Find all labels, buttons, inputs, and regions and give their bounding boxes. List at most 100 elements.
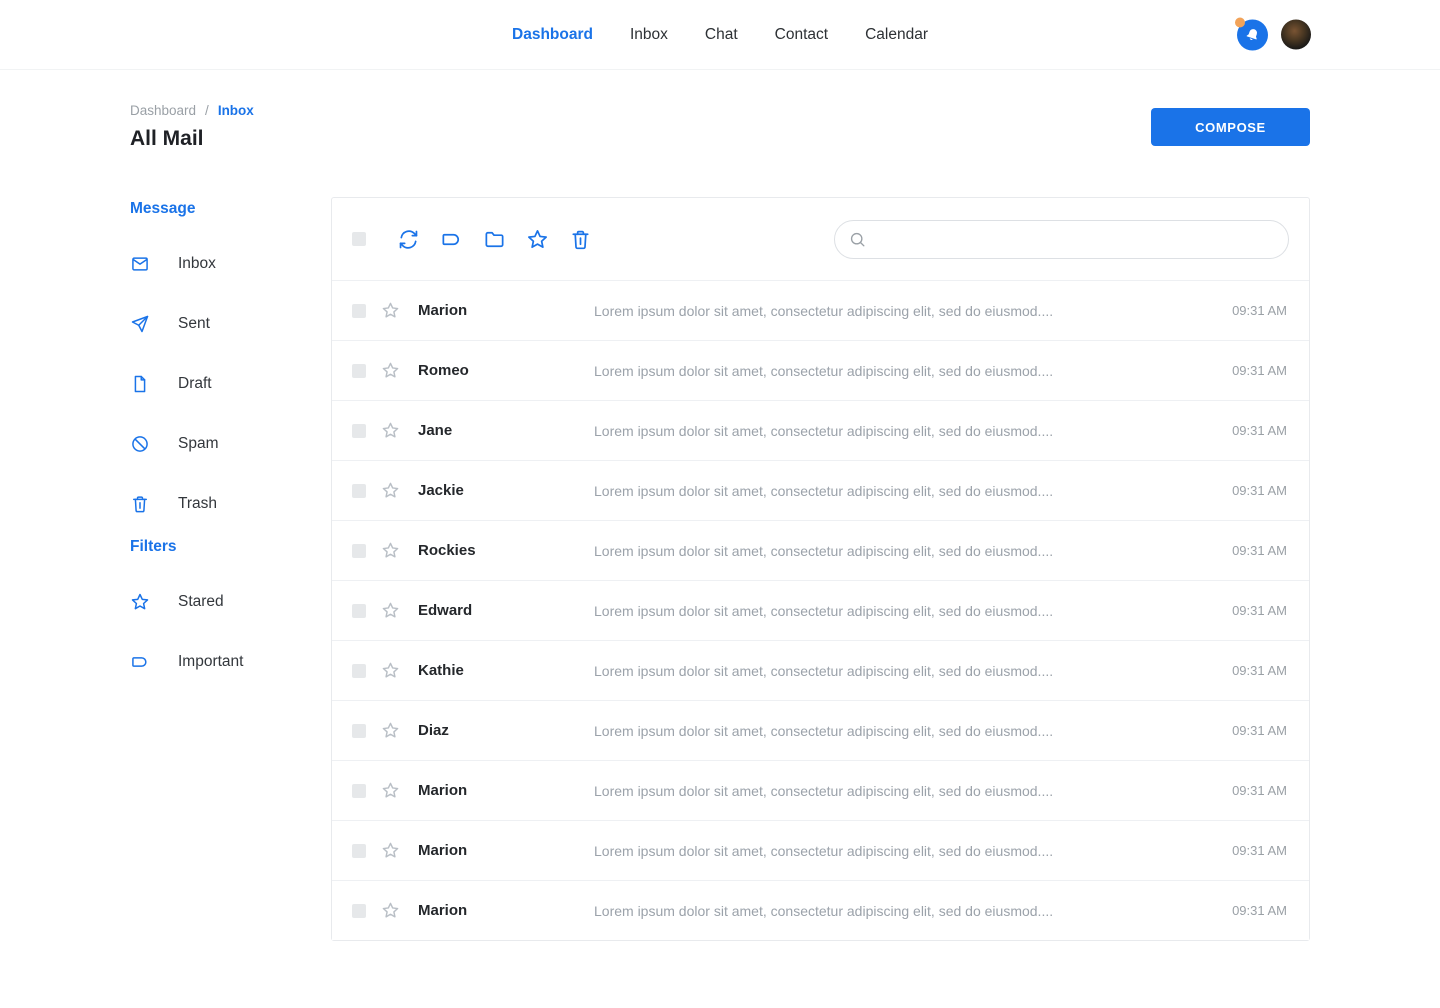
content: MessageInboxSentDraftSpamTrashFiltersSta… [0, 197, 1440, 941]
row-checkbox[interactable] [352, 484, 366, 498]
row-checkbox[interactable] [352, 544, 366, 558]
mail-row[interactable]: MarionLorem ipsum dolor sit amet, consec… [332, 760, 1309, 820]
refresh-button[interactable] [397, 228, 420, 251]
preview-text: Lorem ipsum dolor sit amet, consectetur … [594, 483, 1205, 499]
row-checkbox[interactable] [352, 604, 366, 618]
mail-row[interactable]: RomeoLorem ipsum dolor sit amet, consect… [332, 340, 1309, 400]
sender-name: Jackie [418, 482, 594, 499]
preview-text: Lorem ipsum dolor sit amet, consectetur … [594, 903, 1205, 919]
toolbar-actions [387, 228, 602, 251]
nav-item-contact[interactable]: Contact [775, 26, 828, 44]
sidebar-item-inbox[interactable]: Inbox [130, 234, 331, 294]
refresh-icon [397, 228, 420, 251]
timestamp: 09:31 AM [1205, 363, 1287, 378]
search-box [834, 220, 1289, 259]
notification-bell-button[interactable] [1237, 19, 1268, 50]
notification-dot [1235, 17, 1245, 27]
mail-row[interactable]: JaneLorem ipsum dolor sit amet, consecte… [332, 400, 1309, 460]
star-button[interactable] [526, 228, 549, 251]
mail-row[interactable]: DiazLorem ipsum dolor sit amet, consecte… [332, 700, 1309, 760]
timestamp: 09:31 AM [1205, 843, 1287, 858]
mail-row[interactable]: RockiesLorem ipsum dolor sit amet, conse… [332, 520, 1309, 580]
nav-item-dashboard[interactable]: Dashboard [512, 26, 593, 44]
preview-text: Lorem ipsum dolor sit amet, consectetur … [594, 303, 1205, 319]
sidebar-section-list: StaredImportant [130, 572, 331, 692]
folder-button[interactable] [483, 228, 506, 251]
row-checkbox[interactable] [352, 904, 366, 918]
breadcrumb-dashboard[interactable]: Dashboard [130, 103, 196, 118]
mail-row[interactable]: MarionLorem ipsum dolor sit amet, consec… [332, 280, 1309, 340]
timestamp: 09:31 AM [1205, 783, 1287, 798]
star-icon[interactable] [381, 901, 400, 920]
star-icon[interactable] [381, 541, 400, 560]
timestamp: 09:31 AM [1205, 723, 1287, 738]
send-icon [130, 314, 150, 334]
preview-text: Lorem ipsum dolor sit amet, consectetur … [594, 543, 1205, 559]
mail-row[interactable]: JackieLorem ipsum dolor sit amet, consec… [332, 460, 1309, 520]
breadcrumb: Dashboard / Inbox [130, 103, 254, 118]
row-checkbox[interactable] [352, 664, 366, 678]
tag-icon [130, 652, 150, 672]
sidebar-item-label: Inbox [178, 255, 216, 273]
preview-text: Lorem ipsum dolor sit amet, consectetur … [594, 363, 1205, 379]
spam-icon [130, 434, 150, 454]
star-icon[interactable] [381, 661, 400, 680]
user-avatar[interactable] [1281, 20, 1311, 50]
star-icon[interactable] [381, 361, 400, 380]
row-checkbox[interactable] [352, 424, 366, 438]
timestamp: 09:31 AM [1205, 663, 1287, 678]
star-icon[interactable] [381, 481, 400, 500]
nav-item-calendar[interactable]: Calendar [865, 26, 928, 44]
sidebar-section-title: Message [130, 200, 331, 218]
sidebar-item-label: Trash [178, 495, 217, 513]
star-icon[interactable] [381, 721, 400, 740]
row-checkbox[interactable] [352, 784, 366, 798]
sender-name: Edward [418, 602, 594, 619]
star-icon[interactable] [381, 601, 400, 620]
select-all-checkbox[interactable] [352, 232, 366, 246]
row-checkbox[interactable] [352, 304, 366, 318]
trash-button[interactable] [569, 228, 592, 251]
mail-row[interactable]: MarionLorem ipsum dolor sit amet, consec… [332, 880, 1309, 940]
mail-row[interactable]: EdwardLorem ipsum dolor sit amet, consec… [332, 580, 1309, 640]
star-icon [526, 228, 549, 251]
preview-text: Lorem ipsum dolor sit amet, consectetur … [594, 723, 1205, 739]
sender-name: Romeo [418, 362, 594, 379]
sender-name: Marion [418, 782, 594, 799]
sidebar-item-label: Draft [178, 375, 212, 393]
top-nav: Dashboard Inbox Chat Contact Calendar [0, 0, 1440, 70]
sidebar-item-draft[interactable]: Draft [130, 354, 331, 414]
sidebar-item-trash[interactable]: Trash [130, 474, 331, 534]
breadcrumb-inbox[interactable]: Inbox [218, 103, 254, 118]
mail-row[interactable]: MarionLorem ipsum dolor sit amet, consec… [332, 820, 1309, 880]
sidebar-item-important[interactable]: Important [130, 632, 331, 692]
star-icon[interactable] [381, 841, 400, 860]
star-icon[interactable] [381, 301, 400, 320]
row-checkbox[interactable] [352, 364, 366, 378]
sidebar-item-stared[interactable]: Stared [130, 572, 331, 632]
timestamp: 09:31 AM [1205, 303, 1287, 318]
sender-name: Marion [418, 302, 594, 319]
preview-text: Lorem ipsum dolor sit amet, consectetur … [594, 783, 1205, 799]
mail-row[interactable]: KathieLorem ipsum dolor sit amet, consec… [332, 640, 1309, 700]
inbox-icon [130, 254, 150, 274]
row-checkbox[interactable] [352, 724, 366, 738]
bell-icon [1244, 26, 1261, 43]
nav-item-chat[interactable]: Chat [705, 26, 738, 44]
nav-item-inbox[interactable]: Inbox [630, 26, 668, 44]
timestamp: 09:31 AM [1205, 543, 1287, 558]
trash-icon [130, 494, 150, 514]
tag-button[interactable] [440, 228, 463, 251]
folder-icon [483, 228, 506, 251]
sidebar: MessageInboxSentDraftSpamTrashFiltersSta… [130, 197, 331, 696]
main-nav: Dashboard Inbox Chat Contact Calendar [512, 26, 928, 44]
star-icon[interactable] [381, 421, 400, 440]
sender-name: Marion [418, 902, 594, 919]
search-input[interactable] [876, 231, 1275, 247]
star-icon[interactable] [381, 781, 400, 800]
sidebar-item-spam[interactable]: Spam [130, 414, 331, 474]
row-checkbox[interactable] [352, 844, 366, 858]
compose-button[interactable]: COMPOSE [1151, 108, 1310, 146]
sidebar-item-sent[interactable]: Sent [130, 294, 331, 354]
mail-panel: MarionLorem ipsum dolor sit amet, consec… [331, 197, 1310, 941]
